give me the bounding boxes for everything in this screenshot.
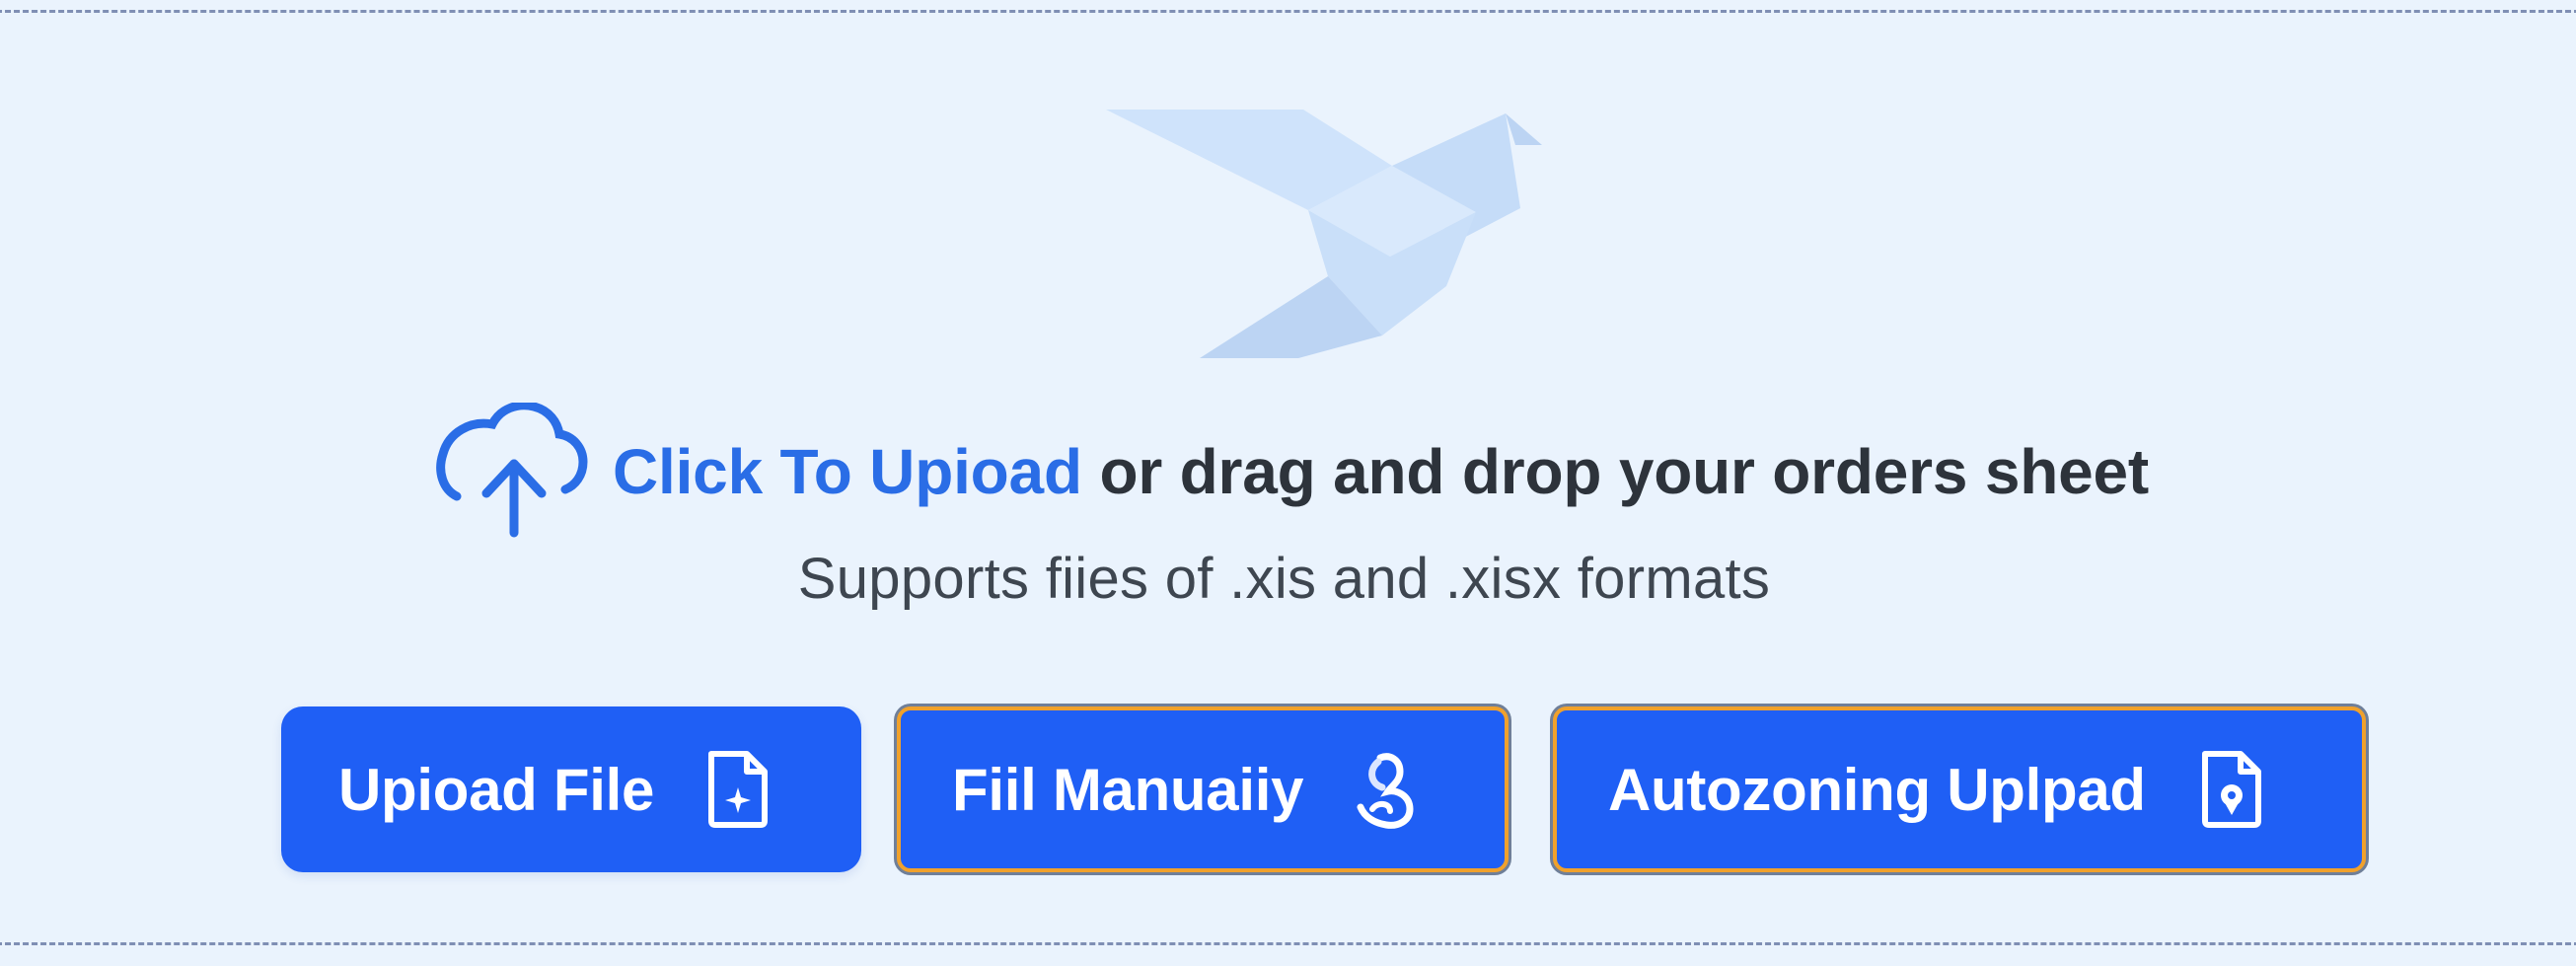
- upload-headline: Click To Upioad or drag and drop your or…: [435, 403, 2149, 541]
- upload-file-button[interactable]: Upioad File: [281, 706, 861, 872]
- upload-dropzone[interactable]: Click To Upioad or drag and drop your or…: [0, 10, 2576, 945]
- autozoning-upload-button[interactable]: Autozoning Uplpad: [1553, 706, 2366, 872]
- upload-file-label: Upioad File: [338, 756, 655, 823]
- cloud-upload-icon[interactable]: [435, 403, 593, 541]
- file-pin-icon: [2201, 751, 2261, 828]
- fill-manually-button[interactable]: Fiil Manuaiiy: [897, 706, 1509, 872]
- click-to-upload-link[interactable]: Click To Upioad: [613, 436, 1082, 507]
- file-plus-icon: [708, 751, 769, 828]
- hand-pointer-icon: [1357, 753, 1414, 829]
- supported-formats-text: Supports fiies of .xis and .xisx formats: [797, 547, 1771, 611]
- origami-bird-illustration: [1106, 110, 1542, 358]
- autozoning-upload-label: Autozoning Uplpad: [1608, 756, 2146, 823]
- drag-drop-instruction: or drag and drop your orders sheet: [1081, 436, 2150, 507]
- fill-manually-label: Fiil Manuaiiy: [952, 756, 1304, 823]
